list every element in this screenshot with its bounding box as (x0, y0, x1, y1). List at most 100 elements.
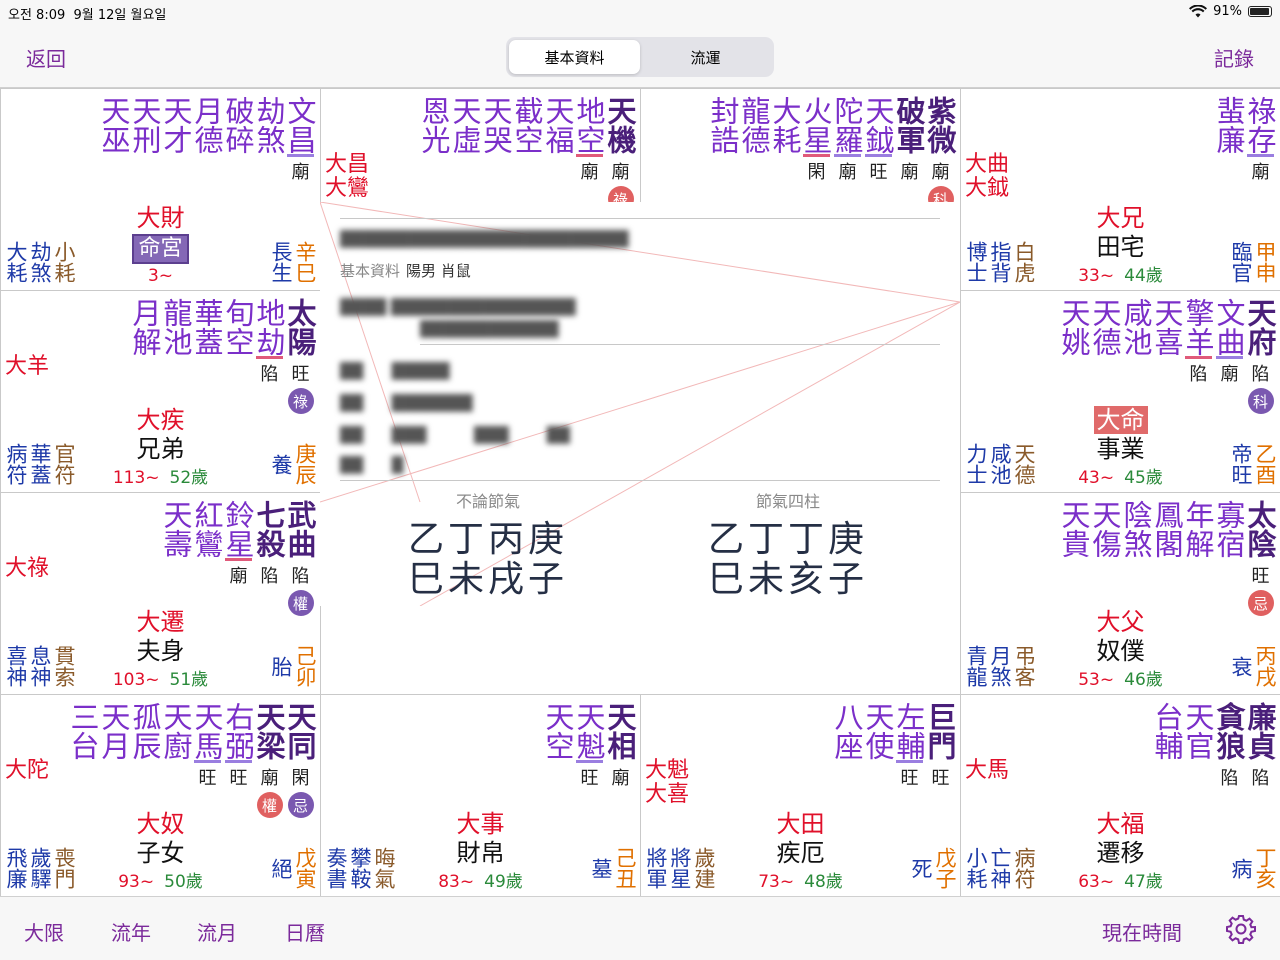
cell-right-stars: 絕戊寅 (269, 843, 317, 893)
star-column: 廉貞陷 (1243, 699, 1277, 790)
star-name: 紅鸞 (190, 500, 224, 558)
minor-star-pair: 小耗 (52, 241, 76, 283)
star-columns: 太陽旺祿地劫陷旬空 華蓋 龍池 月解 (128, 295, 317, 414)
star-name: 三台 (66, 702, 100, 760)
toolbar-year[interactable]: 流年 (111, 917, 151, 946)
decade-palace: 大命 (961, 406, 1280, 434)
decade-palace: 大奴 (1, 811, 320, 837)
star-columns: 廉貞陷貪狼陷天官 台輔 (1150, 699, 1277, 790)
star-name: 劫煞 (252, 96, 286, 154)
decade-palace-label: 大命 (1093, 406, 1148, 434)
segment-basic-info[interactable]: 基本資料 (509, 40, 640, 74)
minor-star-pair: 歲建 (692, 847, 716, 889)
minor-star-pair: 大耗 (4, 241, 28, 283)
now-time-button[interactable]: 現在時間 (1102, 917, 1182, 946)
decade-palace-label: 大父 (1096, 608, 1145, 636)
gear-icon[interactable] (1226, 914, 1256, 944)
star-column: 龍池 (159, 295, 193, 414)
blurred-birth-2: ████████████ (420, 320, 559, 338)
palace-cell[interactable]: 祿存廟蜚廉 大曲 大鉞 大兄 田宅 33~ 44歲 博士 指背 白虎 臨官 甲申 (960, 88, 1280, 291)
star-column: 天喜 (1150, 295, 1184, 414)
star-column: 恩光 (417, 93, 451, 212)
toolbar-calendar[interactable]: 日曆 (285, 917, 325, 946)
minor-star-pair: 喪門 (52, 847, 76, 889)
star-column: 天傷 (1088, 497, 1122, 616)
status-time: 오전 8:09 (8, 8, 66, 23)
palace-cell[interactable]: 巨門旺左輔旺天使 八座 大魁 大喜 大田 疾厄 73~ 48歲 將軍 將星 歲建死戊子 (640, 694, 961, 897)
star-column: 天同閑忌 (283, 699, 317, 818)
back-button[interactable]: 返回 (26, 43, 66, 72)
star-columns: 祿存廟蜚廉 (1212, 93, 1277, 184)
star-highlight (225, 760, 252, 763)
cell-right-stars: 病丁亥 (1229, 843, 1277, 893)
star-name: 紫微 (923, 96, 957, 154)
decade-stars: 大陀 (5, 759, 49, 783)
minor-star-pair: 咸池 (988, 443, 1012, 485)
star-name: 天傷 (1088, 500, 1122, 558)
star-highlight (803, 154, 830, 157)
star-name: 天姚 (1057, 298, 1091, 356)
toolbar-month[interactable]: 流月 (197, 917, 237, 946)
decade-age: 93~ (118, 872, 155, 892)
palace-cell[interactable]: 武曲陷權七殺陷鈴星廟紅鸞 天壽 大祿 大遷 夫身 103~ 51歲 喜神 息神 貫索胎己卯 (0, 492, 321, 695)
star-column: 大耗 (768, 93, 802, 212)
minor-star-pair: 病符 (1012, 847, 1036, 889)
star-column: 劫煞 (252, 93, 286, 184)
palace-cell[interactable]: 文昌廟劫煞 破碎 月德 天才 天刑 天巫 大財 命宮 3~ 大耗 劫煞 小耗 長生 辛巳 (0, 88, 321, 291)
star-column: 蜚廉 (1212, 93, 1246, 184)
minor-star-pair: 喜神 (4, 645, 28, 687)
star-column: 祿存廟 (1243, 93, 1277, 184)
star-name: 天使 (861, 702, 895, 760)
palace-cell[interactable]: 廉貞陷貪狼陷天官 台輔 大馬 大福 遷移 63~ 47歲 小耗 亡神 病符病丁亥 (960, 694, 1280, 897)
star-name: 天壽 (159, 500, 193, 558)
brightness-label: 閑 (807, 162, 826, 183)
divider (420, 344, 940, 345)
star-column: 地劫陷 (252, 295, 286, 414)
minor-star-pair: 亡神 (988, 847, 1012, 889)
star-column: 天廚 (159, 699, 193, 818)
palace-name-label: 子女 (136, 839, 185, 867)
star-column: 咸池 (1119, 295, 1153, 414)
star-highlight (834, 154, 861, 157)
palace-cell[interactable]: 天同閑忌天梁廟權右弼旺天馬旺天廚 孤辰 天月 三台 大陀 大奴 子女 93~ 50歲 飛廉 歲驛 喪門… (0, 694, 321, 897)
star-name: 天貴 (1057, 500, 1091, 558)
palace-cell[interactable]: 太陰旺忌寡宿 年解 鳳閣 陰煞 天傷 天貴 大父 奴僕 53~ 46歲 青龍 月煞 弔客衰丙戌 (960, 492, 1280, 695)
cell-left-stars: 將軍 將星 歲建 (644, 843, 716, 893)
decade-star: 大曲 (965, 152, 1010, 177)
star-column: 天梁廟權 (252, 699, 286, 818)
decade-palace-label: 大福 (1096, 810, 1145, 838)
palace-name-label: 遷移 (1096, 839, 1145, 867)
brightness-label: 陷 (260, 566, 279, 587)
stem-branch: 庚辰 (293, 443, 317, 485)
star-name: 天府 (1243, 298, 1277, 356)
star-column: 旬空 (221, 295, 255, 414)
toolbar-decade[interactable]: 大限 (24, 917, 64, 946)
basic-info-row: 基本資料 陽男 肖鼠 (340, 260, 471, 281)
star-column: 天哭 (479, 93, 513, 212)
star-name: 年解 (1181, 500, 1215, 558)
bottom-toolbar: 大限 流年 流月 日曆 現在時間 (0, 896, 1280, 960)
palace-cell[interactable]: 天府陷科文曲廟擎羊陷天喜 咸池 天德 天姚 大命 事業 43~ 45歲 力士 咸池 天德 帝旺 乙酉 (960, 290, 1280, 493)
life-stage: 絕 (269, 857, 293, 879)
star-column: 文曲廟 (1212, 295, 1246, 414)
star-column: 孤辰 (128, 699, 162, 818)
cell-left-stars: 大耗 劫煞 小耗 (4, 237, 76, 287)
star-column: 天鉞旺 (861, 93, 895, 212)
decade-star: 大鸞 (325, 176, 370, 201)
year-age: 48歲 (804, 872, 843, 892)
minor-star-pair: 將星 (668, 847, 692, 889)
palace-cell[interactable]: 太陽旺祿地劫陷旬空 華蓋 龍池 月解 大羊 大疾 兄弟 113~ 52歲 病符 華蓋 官符養庚辰 (0, 290, 321, 493)
star-column: 地空廟 (572, 93, 606, 212)
segment-fortune[interactable]: 流運 (640, 40, 771, 74)
palace-cell[interactable]: 天相廟天魁旺天空 大事 財帛 83~ 49歲 奏書 攀鞍 晦氣 墓己丑 (320, 694, 641, 897)
star-column: 天刑 (128, 93, 162, 184)
star-name: 破碎 (221, 96, 255, 154)
divider (340, 480, 940, 481)
brightness-label: 陷 (1251, 364, 1270, 385)
minor-star-pair: 弔客 (1012, 645, 1036, 687)
minor-star-pair: 奏書 (324, 847, 348, 889)
decade-stars: 大曲 大鉞 (965, 153, 1009, 201)
record-button[interactable]: 記錄 (1214, 43, 1254, 72)
decade-star: 大羊 (5, 354, 50, 379)
decade-stars: 大馬 (965, 759, 1009, 783)
